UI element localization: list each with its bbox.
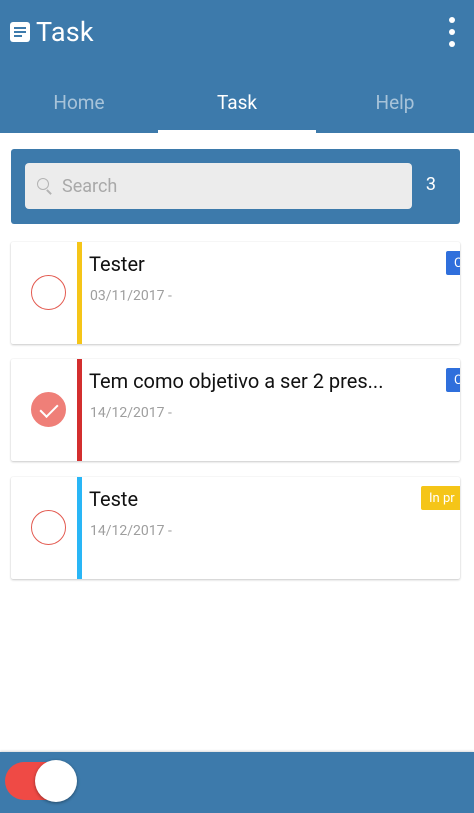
- task-title: Tem como objetivo a ser 2 pres...: [89, 369, 384, 393]
- toggle-knob[interactable]: [35, 760, 77, 802]
- search-icon: [37, 178, 49, 190]
- task-checkbox-checked[interactable]: [31, 392, 66, 427]
- priority-bar: [77, 359, 82, 461]
- tab-help[interactable]: Help: [316, 72, 474, 133]
- status-badge: C: [446, 251, 460, 275]
- tab-bar: Home Task Help: [0, 72, 474, 133]
- more-vert-icon[interactable]: [444, 14, 460, 50]
- app-bar: Task Home Task Help: [0, 0, 474, 133]
- task-list-icon: [10, 22, 30, 42]
- task-count: 3: [425, 174, 436, 195]
- task-title: Teste: [89, 487, 139, 511]
- task-checkbox[interactable]: [31, 510, 66, 545]
- task-date: 14/12/2017 -: [90, 523, 172, 539]
- toggle-switch[interactable]: [5, 760, 77, 802]
- tab-home[interactable]: Home: [0, 72, 158, 133]
- bottom-bar: [0, 752, 474, 813]
- task-checkbox[interactable]: [31, 275, 66, 310]
- task-card[interactable]: Tester 03/11/2017 - C: [11, 242, 460, 344]
- task-card[interactable]: Teste 14/12/2017 - In pr: [11, 477, 460, 579]
- search-box[interactable]: [25, 163, 412, 209]
- search-panel: 3: [11, 149, 460, 224]
- priority-bar: [77, 242, 82, 344]
- priority-bar: [77, 477, 82, 579]
- task-date: 03/11/2017 -: [90, 288, 172, 304]
- task-title: Tester: [89, 252, 145, 276]
- search-input[interactable]: [62, 163, 402, 209]
- status-badge: In pr: [421, 486, 460, 510]
- tab-task[interactable]: Task: [158, 72, 316, 133]
- task-card[interactable]: Tem como objetivo a ser 2 pres... 14/12/…: [11, 359, 460, 461]
- task-date: 14/12/2017 -: [90, 405, 172, 421]
- status-badge: C: [446, 368, 460, 392]
- app-title: Task: [10, 12, 94, 52]
- app-title-text: Task: [36, 16, 94, 48]
